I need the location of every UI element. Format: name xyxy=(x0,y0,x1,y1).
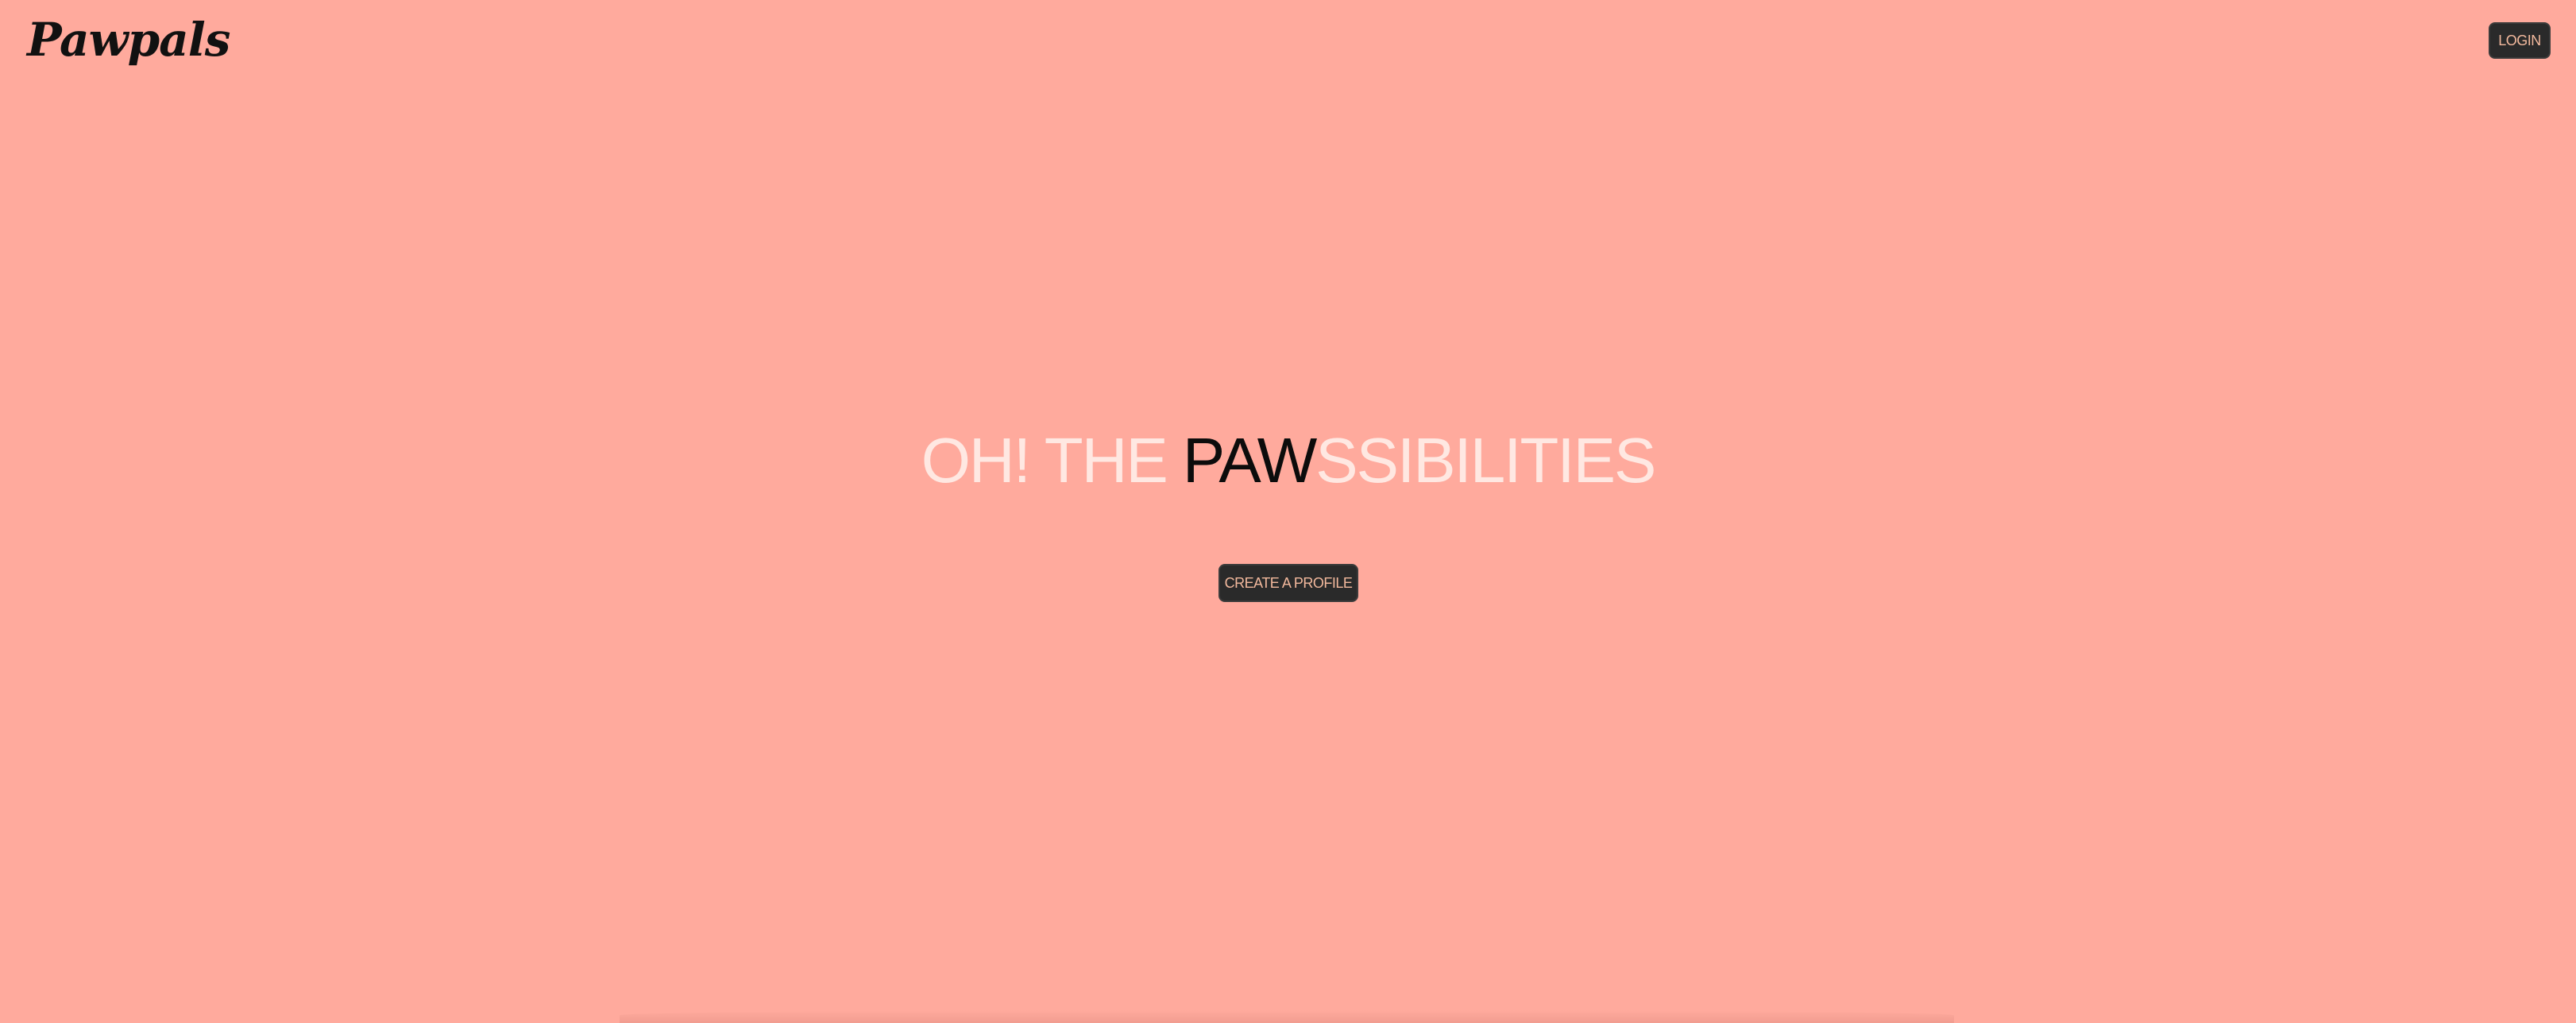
hero-title-part1: OH! THE xyxy=(921,425,1183,496)
hero-title-part2: SSIBILITIES xyxy=(1315,425,1656,496)
hero-title: OH! THE PAWSSIBILITIES xyxy=(0,421,2576,500)
login-button[interactable]: LOGIN xyxy=(2489,22,2551,59)
hero-title-highlight: PAW xyxy=(1182,425,1317,496)
pawpals-logo[interactable]: Pawpals xyxy=(27,8,230,71)
bottom-shadow xyxy=(620,1010,1954,1023)
create-profile-button[interactable]: CREATE A PROFILE xyxy=(1218,564,1358,602)
